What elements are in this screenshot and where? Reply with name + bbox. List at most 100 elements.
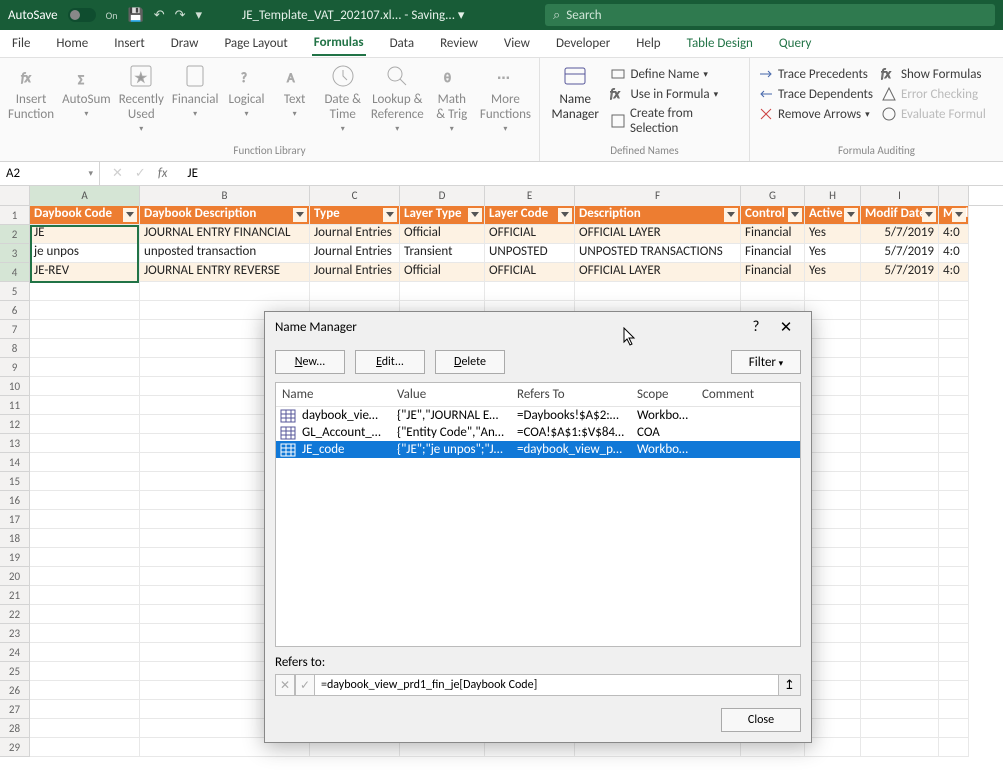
table-cell[interactable] (939, 529, 969, 548)
tab-draw[interactable]: Draw (169, 32, 201, 55)
column-header[interactable]: H (805, 186, 861, 206)
trace-precedents-button[interactable]: Trace Precedents (758, 66, 873, 82)
row-header[interactable]: 23 (0, 624, 30, 643)
table-cell[interactable] (939, 301, 969, 320)
text-button[interactable]: AText▾ (275, 62, 315, 144)
table-cell[interactable]: 5/7/2019 (861, 263, 939, 282)
table-cell[interactable] (805, 396, 861, 415)
collapse-dialog-icon[interactable]: ↥ (779, 674, 801, 696)
name-list-row[interactable]: JE_code{"JE";"je unpos";"JE-RE... =daybo… (276, 441, 800, 458)
row-header[interactable]: 13 (0, 434, 30, 453)
date-time-button[interactable]: Date & Time▾ (323, 62, 363, 144)
column-header[interactable]: F (575, 186, 741, 206)
more-functions-button[interactable]: ⋯More Functions▾ (480, 62, 531, 144)
row-header[interactable]: 20 (0, 567, 30, 586)
fx-icon[interactable]: fx (158, 166, 168, 181)
row-header[interactable]: 6 (0, 301, 30, 320)
table-cell[interactable] (30, 358, 140, 377)
table-cell[interactable]: OFFICIAL (485, 263, 575, 282)
qat-dropdown-icon[interactable]: ▾ (196, 8, 203, 23)
table-cell[interactable] (805, 301, 861, 320)
table-cell[interactable] (30, 548, 140, 567)
table-header-cell[interactable]: Layer Code (485, 206, 575, 225)
column-header[interactable]: E (485, 186, 575, 206)
new-button[interactable]: New... (275, 350, 345, 374)
table-cell[interactable] (861, 491, 939, 510)
table-cell[interactable] (939, 415, 969, 434)
names-list[interactable]: Name Value Refers To Scope Comment daybo… (275, 382, 801, 647)
trace-dependents-button[interactable]: Trace Dependents (758, 86, 873, 102)
enter-icon[interactable]: ✓ (135, 166, 146, 181)
tab-view[interactable]: View (502, 32, 532, 55)
table-cell[interactable] (30, 339, 140, 358)
table-cell[interactable] (861, 567, 939, 586)
dialog-title-bar[interactable]: Name Manager ? ✕ (265, 312, 811, 342)
table-cell[interactable] (140, 282, 310, 301)
table-cell[interactable] (939, 320, 969, 339)
row-header[interactable]: 28 (0, 719, 30, 738)
cancel-icon[interactable]: ✕ (112, 166, 123, 181)
table-cell[interactable] (861, 681, 939, 700)
table-cell[interactable] (861, 396, 939, 415)
refers-cancel-icon[interactable]: ✕ (275, 674, 295, 696)
row-header[interactable]: 7 (0, 320, 30, 339)
table-cell[interactable] (30, 282, 140, 301)
row-header[interactable]: 17 (0, 510, 30, 529)
search-input[interactable] (566, 8, 987, 23)
table-cell[interactable] (939, 624, 969, 643)
table-cell[interactable] (805, 605, 861, 624)
table-cell[interactable] (805, 586, 861, 605)
table-cell[interactable] (939, 643, 969, 662)
table-cell[interactable] (861, 339, 939, 358)
error-checking-button[interactable]: Error Checking (881, 86, 986, 102)
table-cell[interactable] (861, 624, 939, 643)
row-header[interactable]: 1 (0, 206, 30, 225)
table-cell[interactable] (861, 453, 939, 472)
table-cell[interactable]: Official (400, 225, 485, 244)
table-cell[interactable]: Official (400, 263, 485, 282)
row-header[interactable]: 18 (0, 529, 30, 548)
row-header[interactable]: 14 (0, 453, 30, 472)
table-cell[interactable] (861, 529, 939, 548)
table-cell[interactable] (939, 510, 969, 529)
column-header[interactable]: G (741, 186, 805, 206)
tab-table-design[interactable]: Table Design (685, 32, 755, 55)
table-cell[interactable] (805, 700, 861, 719)
table-cell[interactable]: 5/7/2019 (861, 225, 939, 244)
name-manager-button[interactable]: Name Manager (548, 62, 602, 144)
recently-used-button[interactable]: ★Recently Used▾ (119, 62, 164, 144)
table-cell[interactable] (30, 681, 140, 700)
table-cell[interactable] (805, 719, 861, 738)
table-cell[interactable] (30, 301, 140, 320)
table-cell[interactable] (30, 510, 140, 529)
table-cell[interactable] (861, 434, 939, 453)
table-cell[interactable] (939, 491, 969, 510)
formula-input[interactable]: JE (179, 166, 1003, 181)
table-cell[interactable]: JOURNAL ENTRY FINANCIAL (140, 225, 310, 244)
close-icon[interactable]: ✕ (771, 318, 801, 337)
row-header[interactable]: 19 (0, 548, 30, 567)
table-cell[interactable] (861, 700, 939, 719)
row-header[interactable]: 15 (0, 472, 30, 491)
table-cell[interactable] (861, 377, 939, 396)
tab-home[interactable]: Home (54, 32, 90, 55)
column-header[interactable]: A (30, 186, 140, 206)
redo-icon[interactable]: ↷ (175, 8, 186, 23)
row-header[interactable]: 3 (0, 244, 30, 263)
table-cell[interactable] (939, 282, 969, 301)
define-name-button[interactable]: Define Name ▾ (610, 66, 741, 82)
table-cell[interactable] (861, 320, 939, 339)
row-header[interactable]: 21 (0, 586, 30, 605)
table-cell[interactable]: Financial (741, 225, 805, 244)
table-cell[interactable] (30, 700, 140, 719)
use-in-formula-button[interactable]: fxUse in Formula ▾ (610, 86, 741, 102)
table-cell[interactable]: OFFICIAL (485, 225, 575, 244)
table-cell[interactable] (805, 320, 861, 339)
table-header-cell[interactable]: Daybook Code (30, 206, 140, 225)
column-header[interactable]: D (400, 186, 485, 206)
table-cell[interactable]: 5/7/2019 (861, 244, 939, 263)
tab-help[interactable]: Help (634, 32, 662, 55)
table-cell[interactable]: Journal Entries (310, 225, 400, 244)
table-cell[interactable] (861, 662, 939, 681)
table-cell[interactable] (939, 396, 969, 415)
